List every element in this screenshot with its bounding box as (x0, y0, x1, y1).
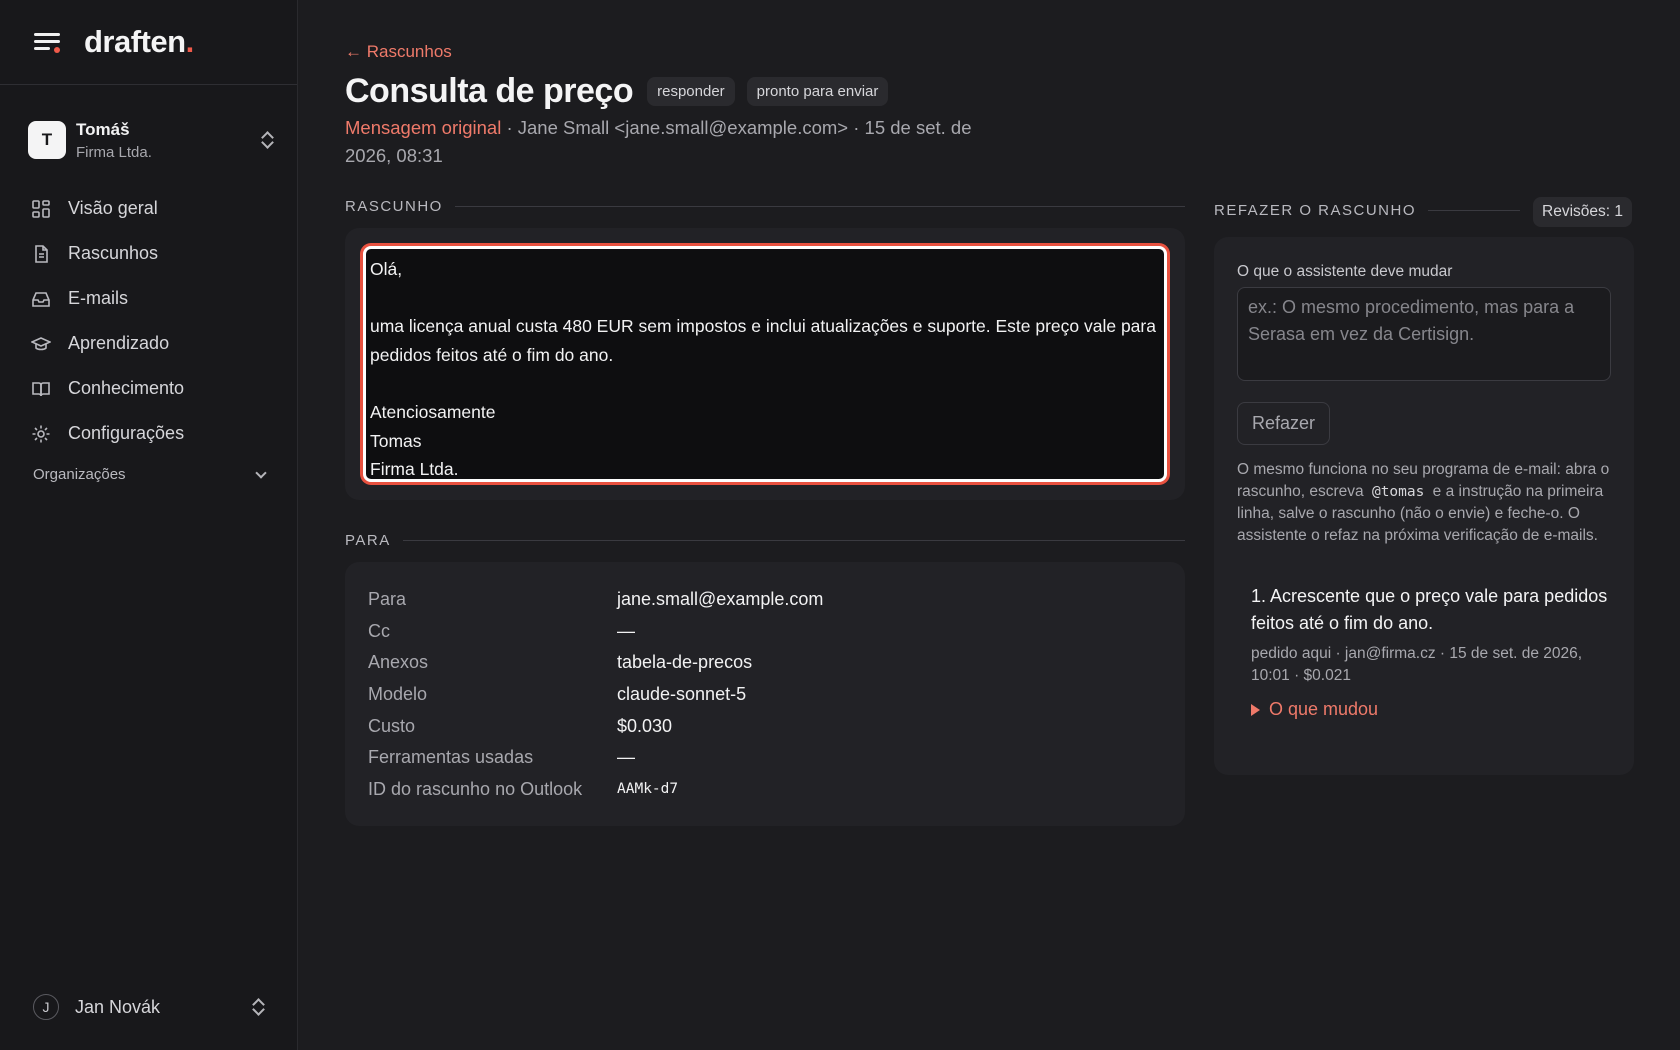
revision-title: 1. Acrescente que o preço vale para pedi… (1251, 586, 1608, 633)
field-row: Ferramentas usadas — (368, 742, 1162, 774)
to-section-header: PARA (345, 532, 1185, 549)
sidebar-item-emails[interactable]: E-mails (28, 276, 274, 321)
field-value: — (617, 620, 635, 641)
badge-ready-to-send: pronto para enviar (746, 77, 889, 106)
grid-icon (28, 196, 54, 222)
field-row: Cc — (368, 616, 1162, 648)
sidebar-item-label: Aprendizado (68, 333, 170, 353)
user-menu[interactable]: J Jan Novák (33, 994, 265, 1020)
field-value: — (617, 747, 635, 768)
draft-section-header: RASCUNHO (345, 198, 1185, 215)
organizations-label: Organizações (33, 466, 126, 483)
field-row: Anexos tabela-de-precos (368, 647, 1162, 679)
what-changed-label: O que mudou (1269, 699, 1379, 719)
details-card: Para jane.small@example.com Cc — Anexos tab… (345, 562, 1185, 826)
message-meta: Mensagem original · Jane Small <jane.sma… (345, 114, 1005, 170)
redo-help-text: O mesmo funciona no seu programa de e-ma… (1237, 461, 1610, 544)
what-changed-toggle[interactable]: O que mudou (1251, 699, 1611, 720)
account-org: Firma Ltda. (76, 143, 152, 161)
field-key: Cc (368, 620, 390, 641)
field-value: tabela-de-precos (617, 652, 753, 673)
field-key: Anexos (368, 652, 429, 673)
account-name: Tomáš (76, 119, 130, 139)
chevron-down-icon (255, 466, 267, 479)
sidebar-item-learning[interactable]: Aprendizado (28, 321, 274, 366)
gear-icon (28, 421, 54, 447)
mention-code: @tomas (1371, 484, 1425, 500)
chevron-updown-icon (251, 997, 265, 1017)
field-value: $0.030 (617, 715, 673, 736)
field-row: Para jane.small@example.com (368, 584, 1162, 616)
redo-section-title: REFAZER O RASCUNHO (1214, 202, 1417, 219)
field-value: claude-sonnet-5 (617, 684, 747, 705)
draft-card: Olá, uma licença anual custa 480 EUR sem… (345, 228, 1185, 500)
field-row: ID do rascunho no Outlook AAMk-d7 (368, 774, 1162, 806)
revision-meta: pedido aqui · jan@firma.cz · 15 de set. … (1251, 645, 1583, 684)
menu-icon[interactable] (34, 31, 60, 53)
sidebar-item-settings[interactable]: Configurações (28, 411, 274, 456)
draft-section-title: RASCUNHO (345, 198, 443, 215)
organizations-toggle[interactable]: Organizações (33, 466, 267, 483)
sidebar-item-label: E-mails (68, 288, 129, 308)
caret-right-icon (1251, 703, 1260, 716)
sidebar-nav: Visão geral Rascunhos E-mails Aprendizad… (28, 186, 274, 456)
field-key: Custo (368, 715, 416, 736)
field-key: Modelo (368, 684, 428, 705)
document-icon (28, 241, 54, 267)
title-row: Consulta de preço responder pronto para … (345, 72, 900, 111)
chevron-updown-icon (260, 130, 274, 150)
to-section-title: PARA (345, 532, 391, 549)
sidebar-item-label: Conhecimento (68, 378, 185, 398)
graduation-cap-icon (28, 331, 54, 357)
redo-instruction-label: O que o assistente deve mudar (1237, 263, 1453, 280)
field-row: Modelo claude-sonnet-5 (368, 679, 1162, 711)
field-value: jane.small@example.com (617, 589, 824, 610)
logo[interactable]: draften. (84, 24, 194, 60)
field-row: Custo $0.030 (368, 710, 1162, 742)
redo-button[interactable]: Refazer (1237, 402, 1331, 445)
field-key: ID do rascunho no Outlook (368, 778, 583, 799)
redo-section-header: REFAZER O RASCUNHO (1214, 202, 1520, 219)
revisions-count-badge: Revisões: 1 (1533, 197, 1632, 227)
sidebar: draften. T Tomáš Firma Ltda. Visão geral… (0, 0, 298, 1050)
sidebar-item-overview[interactable]: Visão geral (28, 186, 274, 231)
account-switcher[interactable]: T Tomáš Firma Ltda. (28, 116, 274, 164)
sidebar-item-label: Rascunhos (68, 243, 159, 263)
sidebar-item-label: Visão geral (68, 198, 158, 218)
sidebar-item-knowledge[interactable]: Conhecimento (28, 366, 274, 411)
redo-instruction-input[interactable] (1237, 287, 1611, 381)
revision-item: 1. Acrescente que o preço vale para pedi… (1237, 583, 1611, 720)
draft-editor[interactable]: Olá, uma licença anual custa 480 EUR sem… (363, 246, 1167, 482)
badge-reply: responder (647, 77, 735, 106)
sidebar-item-drafts[interactable]: Rascunhos (28, 231, 274, 276)
user-avatar: J (33, 994, 59, 1020)
field-value: AAMk-d7 (617, 781, 679, 798)
inbox-icon (28, 286, 54, 312)
original-message-link[interactable]: Mensagem original (345, 117, 501, 138)
page-title: Consulta de preço (345, 72, 634, 110)
back-to-drafts-link[interactable]: ← Rascunhos (345, 42, 452, 62)
book-icon (28, 376, 54, 402)
redo-card: O que o assistente deve mudar Refazer O … (1214, 237, 1634, 775)
sidebar-item-label: Configurações (68, 423, 185, 443)
account-avatar: T (28, 121, 66, 159)
field-key: Ferramentas usadas (368, 747, 534, 768)
brand-bar: draften. (0, 0, 297, 85)
user-name: Jan Novák (75, 996, 161, 1017)
field-key: Para (368, 589, 407, 610)
